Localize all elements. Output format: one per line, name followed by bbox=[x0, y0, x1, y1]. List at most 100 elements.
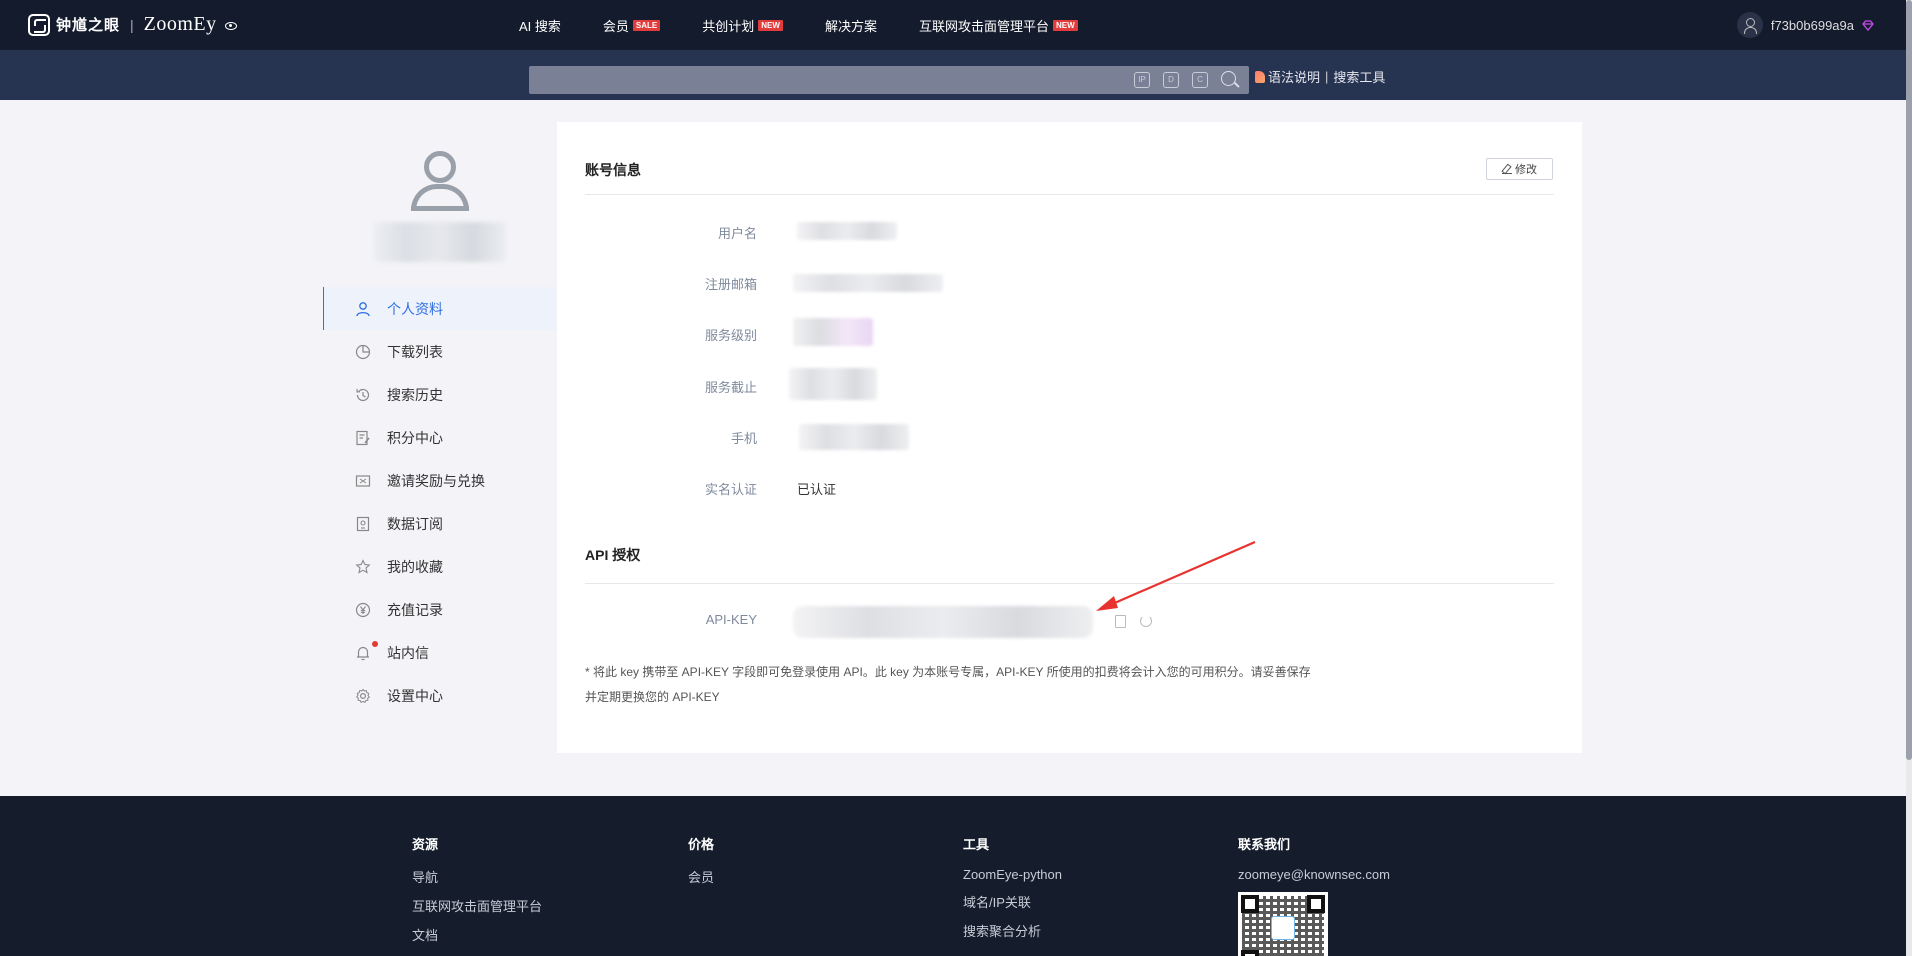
sidebar-item-invite-rewards[interactable]: 邀请奖励与兑换 bbox=[323, 459, 557, 502]
pie-chart-icon bbox=[355, 344, 371, 359]
footer-heading: 价格 bbox=[688, 837, 715, 852]
redacted-service-expiry bbox=[789, 368, 877, 400]
sidebar-item-points[interactable]: 积分中心 bbox=[323, 416, 557, 459]
sidebar-item-label: 搜索历史 bbox=[387, 386, 443, 403]
sale-badge: SALE bbox=[632, 19, 661, 31]
api-key-label: API-KEY bbox=[705, 612, 757, 627]
sidebar-item-messages[interactable]: 站内信 bbox=[323, 631, 557, 674]
search-help-links: 语法说明 | 搜索工具 bbox=[1255, 67, 1385, 86]
footer-col-contact: 联系我们 zoomeye@knownsec.com bbox=[1238, 834, 1390, 956]
search-bar: IP D C bbox=[0, 50, 1906, 100]
section-divider bbox=[585, 194, 1554, 195]
sidebar-item-label: 设置中心 bbox=[387, 687, 443, 704]
logo-icon bbox=[28, 13, 50, 36]
brand-name-en: ZoomEy bbox=[143, 13, 217, 35]
flag-icon bbox=[1255, 70, 1265, 83]
sidebar-item-recharge-records[interactable]: 充值记录 bbox=[323, 588, 557, 631]
redacted-service-level bbox=[793, 318, 873, 346]
sidebar-item-label: 站内信 bbox=[387, 644, 429, 661]
redacted-profile-name bbox=[373, 222, 507, 262]
brand-logo[interactable]: 钟馗之眼 | ZoomEy bbox=[28, 13, 237, 36]
top-navbar: 钟馗之眼 | ZoomEy AI 搜索 会员 SALE 共创计划 NEW 解决方… bbox=[0, 0, 1906, 50]
edit-button-label: 修改 bbox=[1515, 164, 1537, 176]
syntax-help-link[interactable]: 语法说明 bbox=[1268, 67, 1320, 86]
email-label: 注册邮箱 bbox=[704, 277, 757, 292]
footer: 资源 导航 互联网攻击面管理平台 文档 价格 会员 工具 ZoomEye-pyt… bbox=[0, 796, 1906, 956]
sidebar-item-label: 个人资料 bbox=[387, 300, 443, 317]
sidebar-item-data-subscription[interactable]: 数据订阅 bbox=[323, 502, 557, 545]
scrollbar-thumb[interactable] bbox=[1906, 0, 1912, 760]
phone-label: 手机 bbox=[730, 431, 757, 446]
footer-heading: 工具 bbox=[963, 837, 990, 852]
nav-ai-search[interactable]: AI 搜索 bbox=[519, 16, 561, 35]
sidebar-item-search-history[interactable]: 搜索历史 bbox=[323, 373, 557, 416]
gear-icon bbox=[355, 688, 371, 703]
nav-membership[interactable]: 会员 SALE bbox=[602, 16, 661, 35]
brand-name-cn: 钟馗之眼 bbox=[56, 17, 121, 34]
footer-col-tools: 工具 ZoomEye-python 域名/IP关联 搜索聚合分析 bbox=[963, 834, 1062, 950]
footer-link-asm-platform[interactable]: 互联网攻击面管理平台 bbox=[412, 896, 542, 915]
username-label: 用户名 bbox=[717, 226, 757, 241]
nav-label: AI 搜索 bbox=[519, 18, 561, 34]
sidebar-item-label: 邀请奖励与兑换 bbox=[387, 472, 485, 489]
real-name-label: 实名认证 bbox=[704, 482, 757, 497]
search-tools-link[interactable]: 搜索工具 bbox=[1333, 67, 1385, 86]
bell-icon bbox=[357, 646, 369, 660]
section-divider bbox=[585, 583, 1554, 584]
nav-solutions[interactable]: 解决方案 bbox=[825, 16, 877, 35]
footer-link-navigation[interactable]: 导航 bbox=[412, 867, 542, 886]
yuan-icon bbox=[355, 602, 371, 617]
sidebar-item-settings[interactable]: 设置中心 bbox=[323, 674, 557, 717]
footer-link-domain-ip[interactable]: 域名/IP关联 bbox=[963, 892, 1062, 911]
account-panel: 账号信息 修改 用户名 注册邮箱 服务级别 服务截止 手机 实名认证 已认证 A… bbox=[557, 122, 1582, 753]
sidebar-item-label: 充值记录 bbox=[387, 601, 443, 618]
edit-button[interactable]: 修改 bbox=[1486, 158, 1553, 180]
sidebar-item-profile[interactable]: 个人资料 bbox=[323, 287, 557, 330]
page-scrollbar[interactable] bbox=[1906, 0, 1912, 956]
nav-label: 解决方案 bbox=[824, 18, 877, 34]
subscription-icon bbox=[356, 516, 370, 531]
sidebar-item-favorites[interactable]: 我的收藏 bbox=[323, 545, 557, 588]
vip-diamond-icon bbox=[1862, 19, 1874, 31]
search-icon[interactable] bbox=[1221, 71, 1236, 86]
nav-label: 互联网攻击面管理平台 bbox=[918, 18, 1049, 34]
ip-search-icon[interactable]: IP bbox=[1134, 72, 1150, 88]
redacted-username bbox=[797, 222, 897, 240]
pencil-icon bbox=[1502, 164, 1512, 174]
ticket-icon bbox=[355, 474, 371, 487]
user-menu[interactable]: f73b0b699a9a bbox=[1736, 12, 1874, 38]
nav-asm-platform[interactable]: 互联网攻击面管理平台 NEW bbox=[919, 16, 1078, 35]
redacted-email bbox=[793, 274, 943, 292]
footer-link-docs[interactable]: 文档 bbox=[412, 925, 542, 944]
nav-co-creation[interactable]: 共创计划 NEW bbox=[702, 16, 783, 35]
points-icon bbox=[356, 430, 370, 445]
annotation-arrow bbox=[1096, 540, 1256, 611]
api-key-note: * 将此 key 携带至 API-KEY 字段即可免登录使用 API。此 key… bbox=[585, 665, 1311, 704]
new-badge: NEW bbox=[758, 19, 783, 31]
refresh-icon[interactable] bbox=[1140, 615, 1152, 627]
profile-avatar-icon bbox=[408, 151, 472, 221]
footer-heading: 联系我们 bbox=[1238, 837, 1291, 852]
domain-search-icon[interactable]: D bbox=[1163, 72, 1179, 88]
new-badge: NEW bbox=[1052, 19, 1078, 31]
notification-dot bbox=[372, 641, 378, 647]
sidebar-item-label: 下载列表 bbox=[387, 343, 443, 360]
user-avatar-icon bbox=[1736, 12, 1763, 38]
footer-link-zoomeye-python[interactable]: ZoomEye-python bbox=[963, 867, 1062, 882]
sidebar-item-downloads[interactable]: 下载列表 bbox=[323, 330, 557, 373]
footer-contact-email[interactable]: zoomeye@knownsec.com bbox=[1238, 867, 1390, 882]
sidebar-item-label: 数据订阅 bbox=[387, 515, 443, 532]
username: f73b0b699a9a bbox=[1770, 17, 1854, 33]
footer-col-resources: 资源 导航 互联网攻击面管理平台 文档 bbox=[412, 834, 542, 954]
sidebar-item-label: 我的收藏 bbox=[387, 558, 443, 575]
api-auth-title: API 授权 bbox=[585, 547, 641, 563]
footer-link-membership[interactable]: 会员 bbox=[688, 867, 714, 886]
footer-link-search-aggregation[interactable]: 搜索聚合分析 bbox=[963, 921, 1062, 940]
service-expiry-label: 服务截止 bbox=[704, 380, 757, 395]
nav-label: 会员 bbox=[602, 18, 629, 34]
copy-icon[interactable] bbox=[1115, 615, 1126, 628]
nav-label: 共创计划 bbox=[702, 18, 755, 34]
link-separator: | bbox=[1325, 69, 1329, 84]
cert-search-icon[interactable]: C bbox=[1192, 72, 1208, 88]
star-icon bbox=[355, 558, 371, 574]
